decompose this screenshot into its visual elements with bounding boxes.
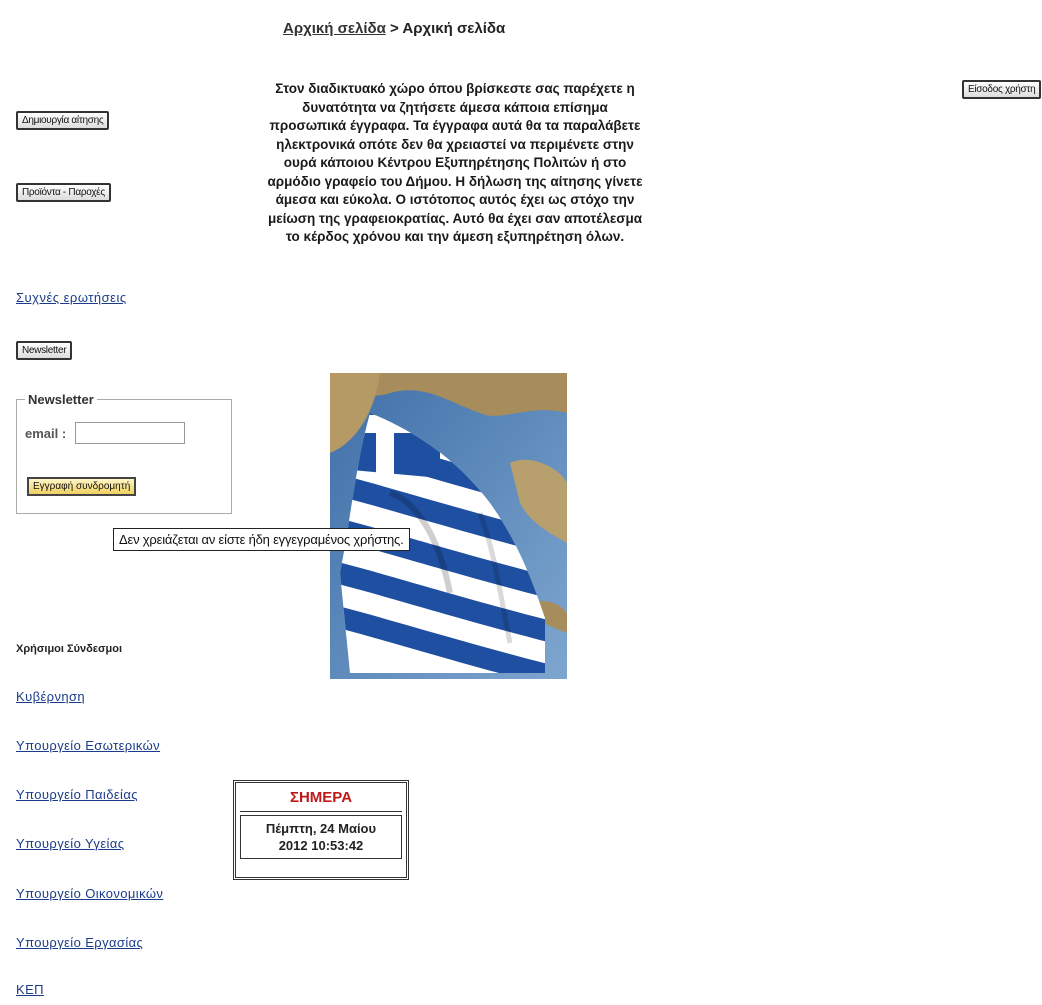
email-input[interactable]	[75, 422, 185, 444]
link-government[interactable]: Κυβέρνηση	[16, 689, 85, 704]
breadcrumb-separator: >	[390, 20, 399, 37]
page: Αρχική σελίδα > Αρχική σελίδα Δημιουργία…	[0, 0, 1042, 1005]
faq-link[interactable]: Συχνές ερωτήσεις	[16, 290, 127, 305]
link-kep[interactable]: ΚΕΠ	[16, 982, 44, 997]
login-button[interactable]: Είσοδος χρήστη	[962, 80, 1042, 99]
date-widget: ΣΗΜΕΡΑ Πέμπτη, 24 Μαίου 2012 10:53:42	[233, 780, 409, 880]
date-widget-header: ΣΗΜΕΡΑ	[240, 785, 402, 812]
greek-flag-map-image	[330, 373, 567, 679]
link-health-ministry[interactable]: Υπουργείο Υγείας	[16, 836, 124, 851]
date-widget-body: Πέμπτη, 24 Μαίου 2012 10:53:42	[240, 815, 402, 859]
link-education-ministry[interactable]: Υπουργείο Παιδείας	[16, 787, 138, 802]
breadcrumb-home-link[interactable]: Αρχική σελίδα	[283, 20, 386, 37]
newsletter-fieldset: Newsletter email : Εγγραφή συνδρομητή	[16, 392, 232, 514]
products-services-button[interactable]: Προϊόντα - Παροχές	[16, 183, 111, 202]
newsletter-button[interactable]: Newsletter	[16, 341, 73, 360]
link-finance-ministry[interactable]: Υπουργείο Οικονομικών	[16, 886, 163, 901]
subscribe-button[interactable]: Εγγραφή συνδρομητή	[27, 477, 137, 496]
useful-links-heading: Χρήσιμοι Σύνδεσμοι	[16, 643, 123, 655]
link-labour-ministry[interactable]: Υπουργείο Εργασίας	[16, 935, 143, 950]
breadcrumb: Αρχική σελίδα > Αρχική σελίδα	[283, 20, 505, 37]
create-application-button[interactable]: Δημιουργία αίτησης	[16, 111, 110, 130]
newsletter-legend: Newsletter	[25, 392, 97, 407]
date-line: Πέμπτη, 24 Μαίου	[265, 821, 377, 836]
email-label: email :	[25, 426, 67, 441]
link-interior-ministry[interactable]: Υπουργείο Εσωτερικών	[16, 738, 160, 753]
time-line: 2012 10:53:42	[278, 838, 364, 853]
intro-text: Στον διαδικτυακό χώρο όπου βρίσκεστε σας…	[267, 81, 643, 244]
tooltip: Δεν χρειάζεται αν είστε ήδη εγγεγραμένος…	[113, 528, 410, 551]
breadcrumb-current: Αρχική σελίδα	[402, 20, 506, 37]
